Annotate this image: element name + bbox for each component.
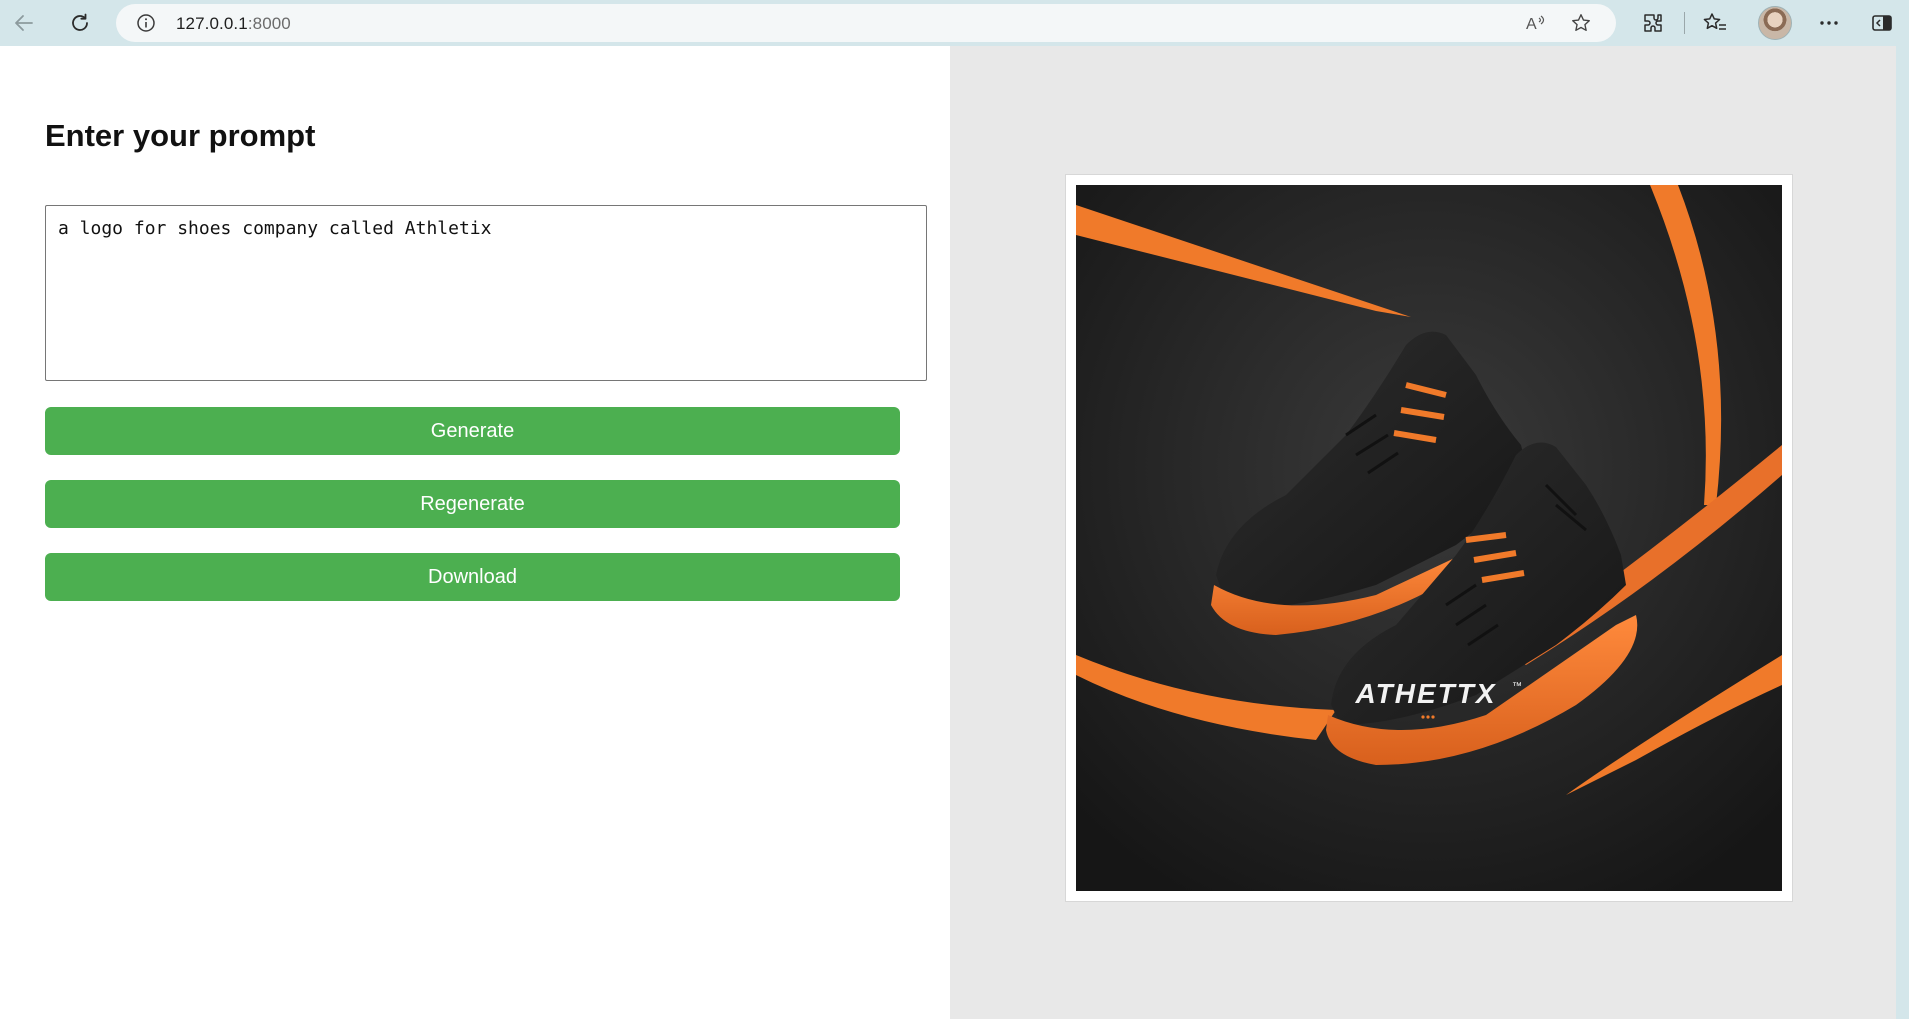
prompt-panel: Enter your prompt a logo for shoes compa… [0,46,950,1019]
reload-icon[interactable] [64,7,96,39]
brand-dot [1431,715,1435,719]
page-title: Enter your prompt [45,118,316,153]
brand-dot [1421,715,1425,719]
extensions-icon[interactable] [1637,7,1669,39]
profile-avatar[interactable] [1758,6,1792,40]
address-bar[interactable]: 127.0.0.1:8000 A [116,4,1616,42]
url-text[interactable]: 127.0.0.1:8000 [176,14,291,34]
url-host: 127.0.0.1 [176,14,248,33]
url-port: :8000 [247,14,291,33]
svg-text:A: A [1526,16,1537,33]
download-button[interactable]: Download [45,553,900,601]
favorites-icon[interactable] [1699,7,1731,39]
prompt-input[interactable]: a logo for shoes company called Athletix [45,205,927,381]
read-aloud-icon[interactable]: A [1524,12,1548,39]
brand-dot [1426,715,1430,719]
back-arrow-icon[interactable] [8,7,40,39]
trademark-symbol: ™ [1512,681,1522,692]
sidebar-icon[interactable] [1866,7,1898,39]
page-content: Enter your prompt a logo for shoes compa… [0,46,1896,1019]
more-icon[interactable] [1813,7,1845,39]
generate-button[interactable]: Generate [45,407,900,455]
brand-wordmark: ATHETTX [1354,678,1496,709]
browser-toolbar: 127.0.0.1:8000 A [0,0,1909,46]
generated-image: ATHETTX ™ [1076,185,1782,891]
image-panel: ATHETTX ™ [950,46,1896,1019]
window-edge [1896,46,1909,1019]
toolbar-divider [1684,12,1685,34]
star-icon[interactable] [1570,12,1592,39]
generated-image-frame: ATHETTX ™ [1065,174,1793,902]
regenerate-button[interactable]: Regenerate [45,480,900,528]
info-icon[interactable] [136,13,156,38]
